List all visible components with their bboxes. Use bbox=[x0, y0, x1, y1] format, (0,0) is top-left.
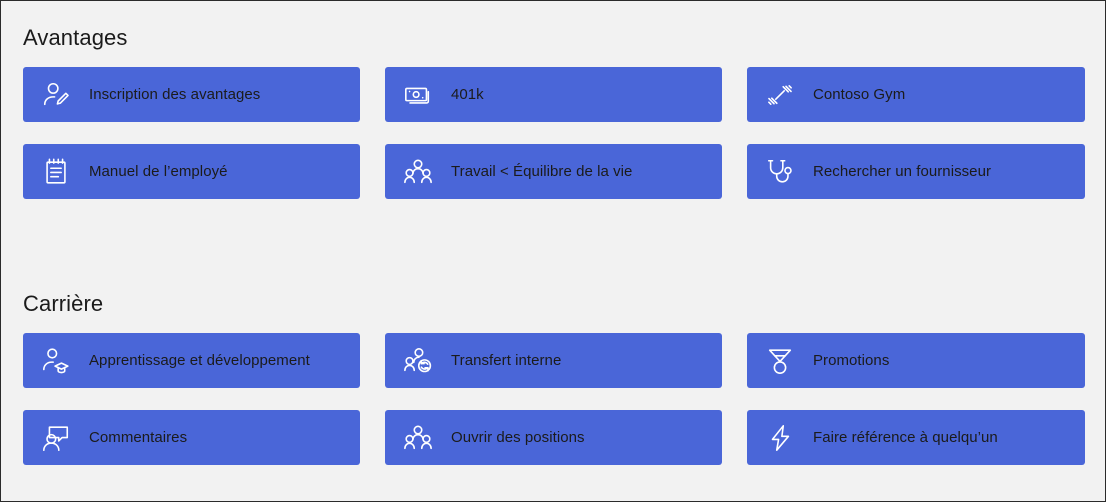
tile-apprentissage-et-developpement[interactable]: Apprentissage et développement bbox=[23, 333, 360, 388]
tile-commentaires[interactable]: Commentaires bbox=[23, 410, 360, 465]
tile-label: Manuel de l’employé bbox=[89, 162, 228, 180]
tile-label: Promotions bbox=[813, 351, 890, 369]
tile-label: Transfert interne bbox=[451, 351, 562, 369]
tile-label: Travail < Équilibre de la vie bbox=[451, 162, 633, 180]
stethoscope-icon bbox=[765, 157, 795, 187]
tile-401k[interactable]: 401k bbox=[385, 67, 722, 122]
person-graduation-cap-icon bbox=[41, 346, 71, 376]
notepad-icon bbox=[41, 157, 71, 187]
section-career: Carrière Apprentissage et développement bbox=[1, 267, 1105, 465]
section-title-benefits: Avantages bbox=[23, 25, 128, 50]
benefits-career-panel: Avantages Inscription des avantages 401k… bbox=[1, 1, 1105, 501]
person-comment-icon bbox=[41, 423, 71, 453]
money-banknote-icon bbox=[403, 80, 433, 110]
tile-inscription-des-avantages[interactable]: Inscription des avantages bbox=[23, 67, 360, 122]
tile-rechercher-un-fournisseur[interactable]: Rechercher un fournisseur bbox=[747, 144, 1085, 199]
people-group-icon bbox=[403, 423, 433, 453]
tile-label: Contoso Gym bbox=[813, 85, 906, 103]
tile-grid-benefits: Inscription des avantages 401k Contoso G… bbox=[23, 67, 1085, 199]
people-sync-icon bbox=[403, 346, 433, 376]
tile-transfert-interne[interactable]: Transfert interne bbox=[385, 333, 722, 388]
person-edit-icon bbox=[41, 80, 71, 110]
tile-label: Inscription des avantages bbox=[89, 85, 261, 103]
section-title-career: Carrière bbox=[23, 291, 104, 316]
tile-label: Rechercher un fournisseur bbox=[813, 162, 992, 180]
lightning-bolt-icon bbox=[765, 423, 795, 453]
tile-label: Ouvrir des positions bbox=[451, 428, 585, 446]
tile-contoso-gym[interactable]: Contoso Gym bbox=[747, 67, 1085, 122]
medal-icon bbox=[765, 346, 795, 376]
dumbbell-icon bbox=[765, 80, 795, 110]
people-group-icon bbox=[403, 157, 433, 187]
tile-faire-reference-a-quelqu-un[interactable]: Faire référence à quelqu’un bbox=[747, 410, 1085, 465]
tile-label: Apprentissage et développement bbox=[89, 351, 310, 369]
tile-manuel-de-l-employe[interactable]: Manuel de l’employé bbox=[23, 144, 360, 199]
tile-promotions[interactable]: Promotions bbox=[747, 333, 1085, 388]
tile-ouvrir-des-positions[interactable]: Ouvrir des positions bbox=[385, 410, 722, 465]
tile-travail-equilibre-de-la-vie[interactable]: Travail < Équilibre de la vie bbox=[385, 144, 722, 199]
tile-label: Faire référence à quelqu’un bbox=[813, 428, 998, 446]
tile-grid-career: Apprentissage et développement Transfert… bbox=[23, 333, 1085, 465]
tile-label: 401k bbox=[451, 85, 484, 103]
section-benefits: Avantages Inscription des avantages 401k… bbox=[1, 1, 1105, 199]
tile-label: Commentaires bbox=[89, 428, 188, 446]
